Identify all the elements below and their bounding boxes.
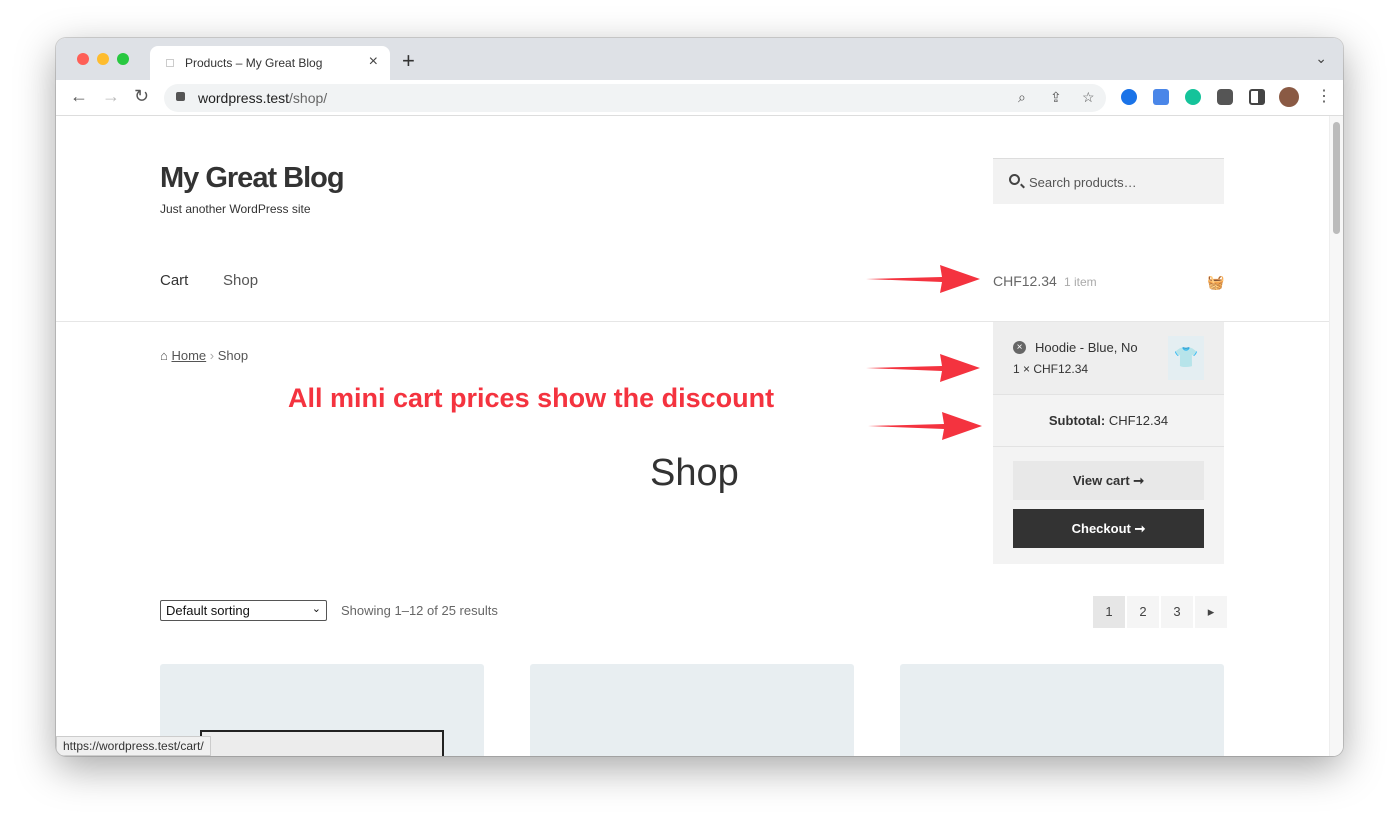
url-host: wordpress.test [198, 90, 290, 106]
site-tagline: Just another WordPress site [160, 202, 311, 216]
mini-cart-subtotal: Subtotal: CHF12.34 [993, 395, 1224, 447]
breadcrumb-separator: › [209, 348, 215, 363]
maximize-window-button[interactable] [117, 53, 129, 65]
scrollbar[interactable] [1329, 116, 1343, 756]
breadcrumb: ⌂ Home › Shop [160, 348, 248, 363]
annotation-arrow-subtotal [868, 412, 982, 440]
url-path: /shop/ [289, 90, 328, 106]
subtotal-label: Subtotal: [1048, 413, 1106, 428]
header-cart-count[interactable]: 1 item [1064, 275, 1097, 289]
annotation-arrow-header [866, 265, 980, 293]
result-count: Showing 1–12 of 25 results [341, 603, 498, 618]
header-cart-amount[interactable]: CHF12.34 [993, 273, 1057, 289]
nav-item-cart[interactable]: Cart [160, 272, 188, 289]
breadcrumb-current: Shop [217, 348, 249, 363]
reload-icon[interactable]: ↻ [134, 86, 149, 107]
page-3-link[interactable]: 3 [1161, 596, 1193, 628]
tab-bar: Products – My Great Blog × + ⌄ [56, 38, 1343, 80]
sorting-value: Default sorting [166, 603, 250, 618]
remove-item-icon[interactable]: × [1013, 341, 1026, 354]
extension-tag-icon[interactable] [1121, 89, 1137, 105]
extensions-puzzle-icon[interactable] [1217, 89, 1233, 105]
home-icon: ⌂ [160, 348, 168, 363]
close-tab-icon[interactable]: × [369, 53, 378, 71]
sorting-select[interactable]: Default sorting ⌄ [160, 600, 327, 621]
browser-toolbar: ← → ↻ wordpress.test/shop/ ⌕ ⇪ ☆ ⋮ [56, 80, 1343, 116]
checkout-button[interactable]: Checkout ➞ [1013, 509, 1204, 548]
chevron-down-icon: ⌄ [311, 603, 321, 615]
forward-icon[interactable]: → [102, 86, 120, 107]
breadcrumb-home-link[interactable]: Home [171, 348, 206, 363]
tab-title: Products – My Great Blog [185, 56, 323, 70]
subtotal-value: CHF12.34 [1108, 413, 1169, 428]
tab-search-chevron-icon[interactable]: ⌄ [1315, 50, 1327, 67]
view-cart-button[interactable]: View cart ➞ [1013, 461, 1204, 500]
annotation-arrow-item [866, 354, 980, 382]
zoom-search-icon[interactable]: ⌕ [1018, 89, 1026, 106]
back-icon[interactable]: ← [70, 86, 88, 107]
browser-tab[interactable]: Products – My Great Blog × [150, 46, 390, 80]
address-bar[interactable]: wordpress.test/shop/ ⌕ ⇪ ☆ [164, 84, 1106, 112]
mini-cart-item: × Hoodie - Blue, No 1 × CHF12.34 👕 [993, 322, 1224, 395]
product-image [200, 730, 444, 756]
grammarly-icon[interactable] [1185, 89, 1201, 105]
profile-avatar[interactable] [1279, 87, 1299, 107]
share-icon[interactable]: ⇪ [1050, 89, 1062, 106]
annotation-text: All mini cart prices show the discount [288, 383, 775, 413]
search-products-input[interactable]: Search products… [993, 158, 1224, 204]
lock-icon [176, 92, 185, 101]
close-window-button[interactable] [77, 53, 89, 65]
item-quantity-price: 1 × CHF12.34 [1013, 362, 1089, 376]
extension-bracket-icon[interactable] [1153, 89, 1169, 105]
hoodie-thumbnail[interactable]: 👕 [1168, 336, 1204, 380]
shop-page: My Great Blog Just another WordPress sit… [56, 116, 1329, 756]
status-bar-url: https://wordpress.test/cart/ [56, 736, 211, 756]
nav-item-shop[interactable]: Shop [223, 272, 258, 289]
scrollbar-thumb[interactable] [1333, 122, 1340, 234]
item-name-link[interactable]: Hoodie - Blue, No [1035, 340, 1138, 355]
page-2-link[interactable]: 2 [1127, 596, 1159, 628]
basket-icon[interactable]: 🧺 [1207, 274, 1224, 291]
site-title[interactable]: My Great Blog [160, 162, 345, 195]
favicon-icon [166, 59, 174, 67]
mini-cart-dropdown: × Hoodie - Blue, No 1 × CHF12.34 👕 Subto… [993, 322, 1224, 564]
minimize-window-button[interactable] [97, 53, 109, 65]
browser-window: Products – My Great Blog × + ⌄ ← → ↻ wor… [56, 38, 1343, 756]
product-card[interactable] [530, 664, 854, 756]
next-page-icon[interactable]: ▸ [1195, 596, 1227, 628]
page-1-current: 1 [1093, 596, 1125, 628]
side-panel-icon[interactable] [1249, 89, 1265, 105]
product-card[interactable] [900, 664, 1224, 756]
new-tab-button[interactable]: + [402, 48, 415, 74]
menu-kebab-icon[interactable]: ⋮ [1316, 86, 1332, 106]
search-placeholder: Search products… [1029, 175, 1137, 190]
page-title: Shop [650, 452, 739, 494]
search-icon [1009, 174, 1020, 185]
bookmark-star-icon[interactable]: ☆ [1082, 89, 1095, 106]
